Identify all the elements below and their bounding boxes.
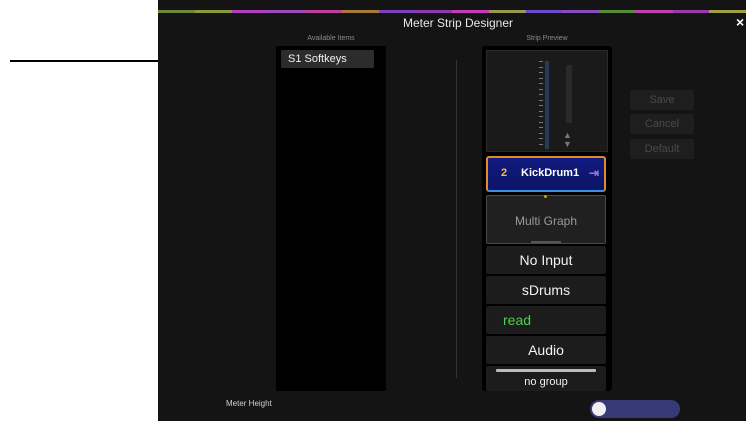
meter-scale-tick [539, 105, 543, 106]
meter-scale-tick [539, 77, 543, 79]
meter-scale-tick [539, 143, 543, 145]
track-color-segment [599, 10, 636, 13]
cancel-button[interactable]: Cancel [630, 114, 694, 134]
multi-graph-indicator [544, 195, 547, 198]
track-number: 2 [501, 167, 508, 179]
close-icon[interactable]: × [736, 14, 744, 30]
meter-scale-tick [539, 83, 543, 84]
track-color-segment [305, 10, 342, 13]
group-slot[interactable]: no group [486, 366, 606, 391]
track-color-segment [158, 10, 195, 13]
meter-scale-tick [539, 61, 543, 62]
level-meter[interactable]: ▲ ▼ [486, 50, 608, 152]
track-color-segment [415, 10, 452, 13]
multi-graph-slot[interactable]: Multi Graph [486, 195, 606, 244]
meter-peak-track [566, 65, 572, 123]
track-color-segment [709, 10, 746, 13]
meter-scale-tick [539, 110, 543, 112]
meter-height-label: Meter Height [226, 399, 272, 408]
track-color-segment [525, 10, 563, 13]
automation-slot[interactable]: read [486, 306, 606, 334]
track-color-segment [378, 10, 416, 13]
track-color-segment [231, 10, 269, 13]
track-name: KickDrum1 [521, 167, 580, 179]
meter-scale-tick [539, 99, 543, 101]
track-color-segment [488, 10, 526, 13]
meter-scale-tick [539, 127, 543, 128]
available-items-list: S1 Softkeys [276, 46, 386, 391]
meter-scale-tick [539, 88, 543, 90]
column-divider [456, 60, 457, 378]
track-color-segment [672, 10, 710, 13]
track-color-segment [268, 10, 305, 13]
meter-scale-tick [539, 116, 543, 117]
track-color-segment [341, 10, 379, 13]
save-button[interactable]: Save [630, 90, 694, 110]
meter-strip-designer-dialog: Meter Strip Designer × Available Items S… [158, 0, 746, 421]
track-name-plate[interactable]: 2 KickDrum1 ⇥ [486, 156, 606, 192]
strip-preview: ▲ ▼ 2 KickDrum1 ⇥ Multi Graph No Input sD… [482, 46, 612, 391]
track-color-segment [562, 10, 599, 13]
track-color-strip [158, 10, 746, 13]
input-slot[interactable]: No Input [486, 246, 606, 274]
meter-track [545, 61, 549, 149]
strip-preview-header: Strip Preview [526, 35, 568, 42]
track-arrow-icon: ⇥ [589, 166, 600, 180]
meter-scale-tick [539, 94, 543, 95]
track-color-segment [194, 10, 232, 13]
track-type-slot[interactable]: Audio [486, 336, 606, 364]
output-slot[interactable]: sDrums [486, 276, 606, 304]
multi-graph-label: Multi Graph [514, 214, 578, 228]
meter-height-arrows-icon[interactable]: ▲ ▼ [563, 131, 572, 149]
meter-scale-tick [539, 138, 543, 139]
meter-scale-tick [539, 121, 543, 123]
toggle-knob [592, 402, 606, 416]
track-color-segment [452, 10, 489, 13]
available-items-header: Available Items [307, 35, 355, 42]
meter-height-toggle[interactable] [590, 400, 680, 418]
dialog-title: Meter Strip Designer [402, 16, 514, 30]
default-button[interactable]: Default [630, 139, 694, 159]
meter-scale-tick [539, 66, 543, 68]
group-label: no group [524, 376, 568, 388]
multi-graph-bar [531, 241, 561, 243]
meter-scale-tick [539, 132, 543, 134]
available-item-s1-softkeys[interactable]: S1 Softkeys [281, 50, 374, 68]
group-bar [496, 369, 596, 372]
meter-scale-tick [539, 72, 543, 73]
track-color-segment [635, 10, 673, 13]
